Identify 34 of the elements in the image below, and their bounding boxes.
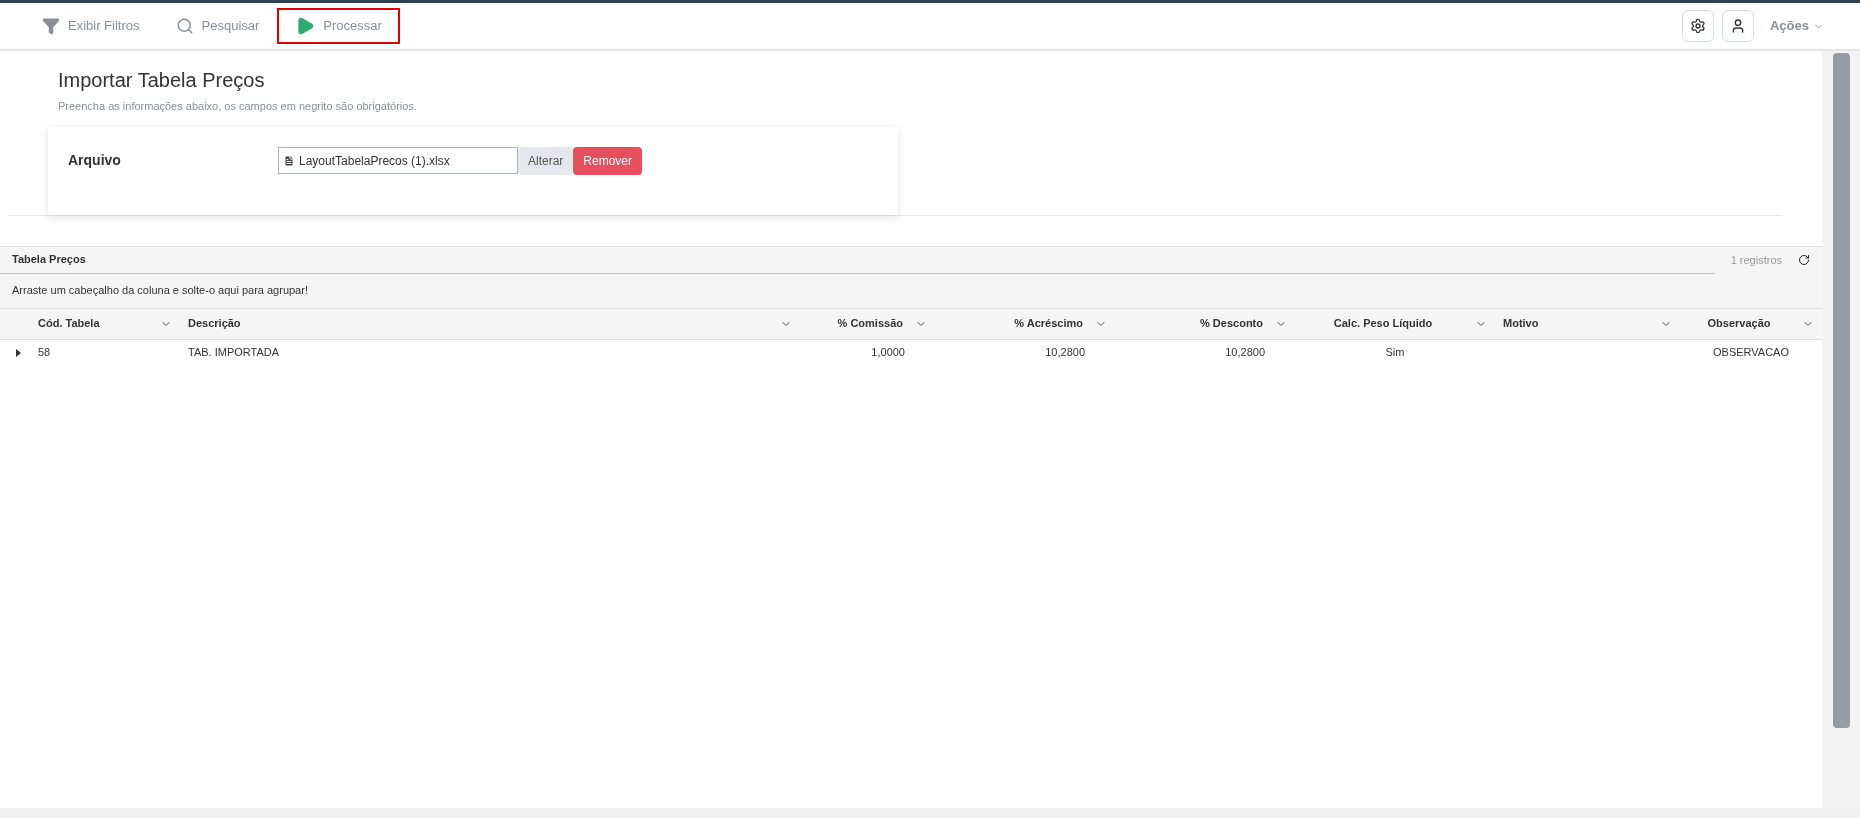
record-count: 1 registros	[1729, 252, 1783, 268]
group-drop-area: Arraste um cabeçalho da coluna e solte-o aqui para agrupar!	[0, 273, 1822, 309]
play-icon	[295, 16, 316, 36]
user-button[interactable]	[1721, 10, 1754, 42]
column-header[interactable]: % Desconto	[1115, 308, 1295, 339]
table-cell-text: 10,2800	[1045, 345, 1085, 361]
settings-button[interactable]	[1681, 10, 1714, 42]
column-header[interactable]: % Acréscimo	[935, 308, 1115, 339]
table-cell-text: 1,0000	[871, 345, 905, 361]
column-header[interactable]: Observação	[1680, 308, 1822, 339]
column-header[interactable]: Descrição	[180, 308, 800, 339]
grid-title: Tabela Preços	[12, 252, 86, 268]
filter-icon	[42, 17, 60, 35]
column-header[interactable]: Cód. Tabela	[30, 308, 180, 339]
expand-icon[interactable]	[16, 348, 21, 357]
file-icon	[283, 154, 295, 167]
scrollbar-thumb[interactable]	[1832, 53, 1850, 728]
page-title: Importar Tabela Preços	[58, 68, 266, 93]
change-button[interactable]: Alterar	[518, 146, 574, 175]
refresh-icon[interactable]	[1798, 254, 1810, 266]
column-header[interactable]: Motivo	[1495, 308, 1680, 339]
remove-button[interactable]: Remover	[573, 146, 643, 175]
table-cell-text: Sim	[1385, 345, 1405, 361]
column-header[interactable]: % Comissão	[800, 308, 935, 339]
page-subtitle: Preencha as informações abaixo, os campos em negrito são obrigatórios.	[58, 99, 418, 114]
field-label: Arquivo	[68, 151, 122, 170]
table-cell-text: OBSERVACAO	[1713, 345, 1789, 361]
table-cell-text: TAB. IMPORTADA	[188, 345, 280, 361]
column-header[interactable]: Calc. Peso Líquido	[1295, 308, 1495, 339]
table-cell-text: 58	[38, 345, 51, 361]
table-cell-text: 10,2800	[1225, 345, 1265, 361]
file-field[interactable]: LayoutTabelaPrecos (1).xlsx	[278, 147, 518, 174]
search-icon	[175, 17, 194, 35]
settings-icon	[1689, 18, 1706, 34]
